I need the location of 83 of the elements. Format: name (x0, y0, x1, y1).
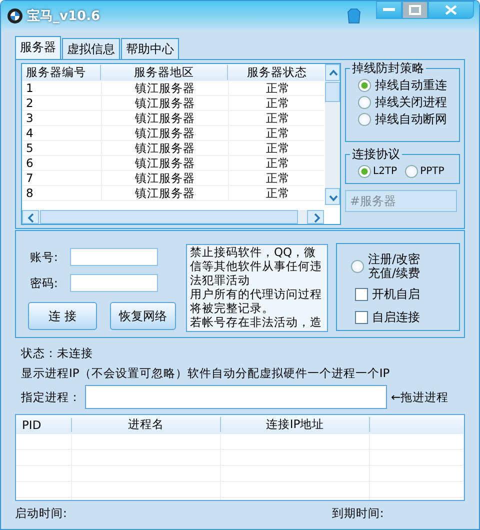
radio-button[interactable] (405, 165, 418, 178)
maximize-button[interactable] (402, 1, 428, 19)
drag-hint: ←拖进进程 (391, 390, 449, 404)
table-cell: 镇江服务器 (102, 171, 229, 185)
tab[interactable]: 帮助中心 (121, 38, 179, 59)
process-field[interactable] (85, 385, 387, 409)
table-cell-text: 正常 (265, 141, 291, 155)
table-cell: 镇江服务器 (102, 111, 229, 125)
scroll-up-icon[interactable] (325, 64, 340, 81)
shirt-icon[interactable] (347, 8, 361, 24)
checkbox-label: 开机自启 (372, 286, 420, 303)
table-cell-text: 正常 (265, 186, 291, 200)
close-button[interactable] (428, 1, 474, 19)
table-cell: 1 (22, 81, 102, 95)
checkbox[interactable] (355, 311, 368, 324)
radio-label: 掉线自动重连 (375, 77, 447, 94)
notice-text: 用户所有的代理访问过程将被完整记录。 (190, 287, 323, 315)
table-cell: 2 (22, 96, 102, 110)
field-label: 指定进程： (21, 390, 81, 404)
table-cell: 镇江服务器 (102, 186, 229, 200)
account-field[interactable] (70, 248, 158, 266)
table-cell-text: 正常 (265, 96, 291, 110)
table-cell-text: 正常 (265, 171, 291, 185)
checkbox-label: 自启连接 (372, 309, 420, 326)
server-field[interactable]: #服务器 (345, 190, 457, 212)
connect-button[interactable]: 连 接 (28, 302, 97, 330)
radio-button[interactable] (351, 260, 364, 272)
table-cell-text: 正常 (265, 81, 291, 95)
round-logo-icon (7, 8, 23, 24)
start-time-label: 启动时间: (15, 506, 67, 521)
scroll-down-icon[interactable] (325, 188, 340, 205)
tab[interactable]: 服务器 (15, 36, 61, 59)
column-header[interactable]: 服务器编号 (22, 65, 101, 80)
table-cell: 5 (22, 141, 102, 155)
notice-text: 禁止接码软件，QQ，微信等其他软件从事任何违法犯罪活动 (190, 245, 323, 287)
table-cell: 镇江服务器 (102, 81, 229, 95)
table-cell: 镇江服务器 (102, 141, 229, 155)
close-icon (445, 5, 457, 15)
radio-button[interactable] (358, 96, 371, 109)
radio-button[interactable] (358, 113, 371, 126)
column-header[interactable]: PID (16, 418, 72, 432)
hint-text: 显示进程IP（不会设置可忽略）软件自动分配虚拟硬件一个进程一个IP (20, 366, 391, 381)
column-header[interactable]: 连接IP地址 (221, 417, 370, 432)
restore-network-button[interactable]: 恢复网络 (110, 302, 176, 330)
radio-label: L2TP (373, 166, 398, 177)
radio-label: PPTP (420, 166, 444, 177)
radio-label: 掉线自动断网 (375, 111, 447, 128)
radio-button[interactable] (358, 165, 371, 178)
radio-label: 掉线关闭进程 (375, 94, 447, 111)
table-cell: 8 (22, 186, 102, 200)
vertical-scrollbar[interactable] (325, 64, 340, 205)
table-cell: 镇江服务器 (102, 156, 229, 170)
window-title: 宝马_v10.6 (27, 8, 100, 25)
table-cell-text: 正常 (265, 156, 291, 170)
notice-text: 若帐号存在非法活动，造 (190, 315, 323, 329)
status-text: 状态：未连接 (20, 346, 94, 361)
table-cell: 7 (22, 171, 102, 185)
minimize-button[interactable] (376, 1, 402, 19)
column-header[interactable]: 进程名 (72, 417, 221, 432)
minimize-icon (383, 8, 395, 12)
radio-label: 充值/续费 (368, 266, 420, 280)
table-cell: 4 (22, 126, 102, 140)
table-cell: 镇江服务器 (102, 96, 229, 110)
scroll-right-icon[interactable] (307, 210, 324, 224)
field-label: 账号: (30, 250, 59, 264)
column-header[interactable]: 服务器地区 (101, 65, 228, 80)
table-cell-text: 正常 (265, 126, 291, 140)
table-cell-text: 正常 (265, 111, 291, 125)
table-cell: 3 (22, 111, 102, 125)
tab[interactable]: 虚拟信息 (62, 38, 120, 59)
maximize-icon (409, 5, 421, 15)
expire-time-label: 到期时间: (332, 506, 384, 521)
checkbox[interactable] (355, 288, 368, 301)
password-field[interactable] (70, 274, 158, 292)
group-title: 连接协议 (351, 146, 401, 163)
radio-button[interactable] (358, 79, 371, 92)
radio-label: 注册/改密 (368, 252, 420, 266)
field-label: 密码: (30, 276, 59, 290)
table-cell: 6 (22, 156, 102, 170)
table-cell: 镇江服务器 (102, 126, 229, 140)
scroll-left-icon[interactable] (22, 210, 39, 224)
scroll-thumb[interactable] (325, 82, 340, 102)
group-title: 掉线防封策略 (351, 60, 425, 77)
